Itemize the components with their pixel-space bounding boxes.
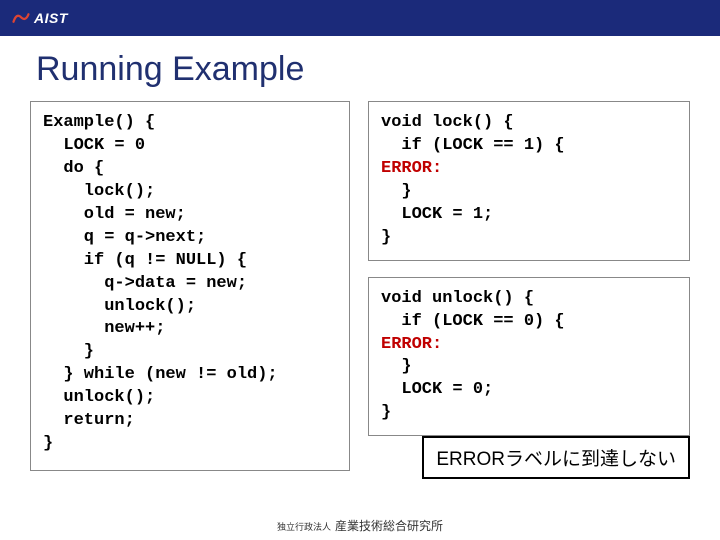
footer-small: 独立行政法人 bbox=[277, 522, 331, 532]
slide-title: Running Example bbox=[0, 36, 720, 101]
code-unlock: void unlock() { if (LOCK == 0) {ERROR: }… bbox=[368, 277, 690, 437]
code-right-column: void lock() { if (LOCK == 1) {ERROR: } L… bbox=[368, 101, 690, 471]
footer-main: 産業技術総合研究所 bbox=[335, 519, 443, 533]
footer: 独立行政法人産業技術総合研究所 bbox=[0, 517, 720, 534]
header-bar: AIST bbox=[0, 0, 720, 36]
logo-text: AIST bbox=[34, 10, 68, 26]
callout-box: ERRORラベルに到達しない bbox=[422, 436, 690, 479]
code-lock: void lock() { if (LOCK == 1) {ERROR: } L… bbox=[368, 101, 690, 261]
logo-icon bbox=[12, 11, 30, 25]
code-example-left: Example() { LOCK = 0 do { lock(); old = … bbox=[30, 101, 350, 471]
content-area: Example() { LOCK = 0 do { lock(); old = … bbox=[0, 101, 720, 471]
logo: AIST bbox=[12, 10, 68, 26]
